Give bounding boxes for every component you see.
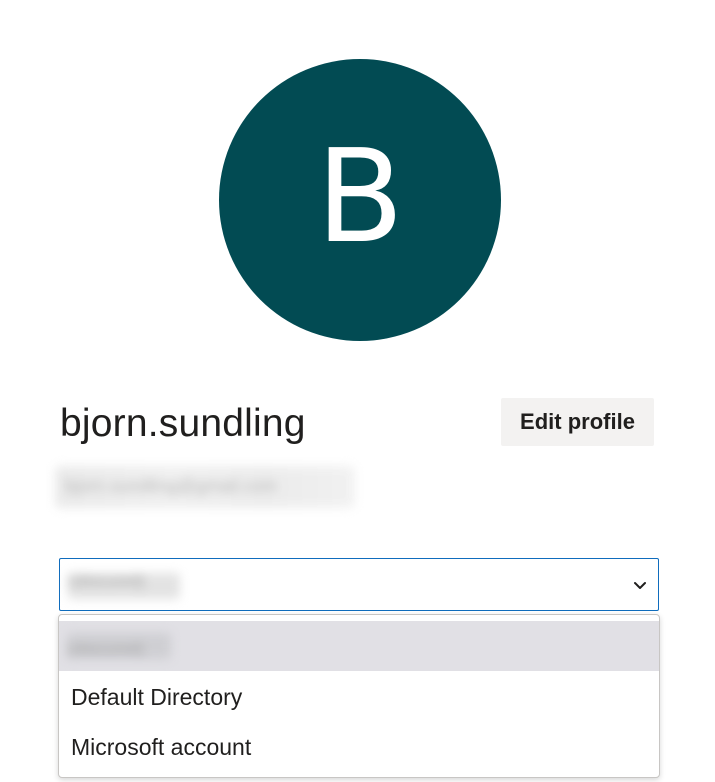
dropdown-option-microsoft-account[interactable]: Microsoft account xyxy=(59,722,659,772)
directory-select-value: (obscured) xyxy=(68,573,145,590)
profile-page: B bjorn.sundling Edit profile bjorn.sund… xyxy=(0,0,715,782)
chevron-down-icon[interactable] xyxy=(632,577,648,593)
dropdown-option-redacted[interactable]: (obscured) xyxy=(59,621,659,671)
directory-dropdown-list: (obscured) Default Directory Microsoft a… xyxy=(58,614,660,778)
dropdown-option-label: (obscured) xyxy=(67,641,144,658)
directory-select[interactable]: (obscured) xyxy=(59,558,659,611)
edit-profile-button[interactable]: Edit profile xyxy=(501,398,654,446)
dropdown-option-label: Microsoft account xyxy=(71,733,252,760)
avatar-initial: B xyxy=(316,123,404,272)
email-address-redacted: bjorn.sundling@gmail.com xyxy=(55,466,355,508)
avatar: B xyxy=(219,59,501,341)
username: bjorn.sundling xyxy=(60,402,306,445)
dropdown-option-default-directory[interactable]: Default Directory xyxy=(59,672,659,722)
dropdown-option-redacted-label: (obscured) xyxy=(67,633,171,659)
email-address: bjorn.sundling@gmail.com xyxy=(65,476,278,496)
dropdown-option-label: Default Directory xyxy=(71,683,243,710)
directory-select-value-redacted: (obscured) xyxy=(68,573,180,599)
